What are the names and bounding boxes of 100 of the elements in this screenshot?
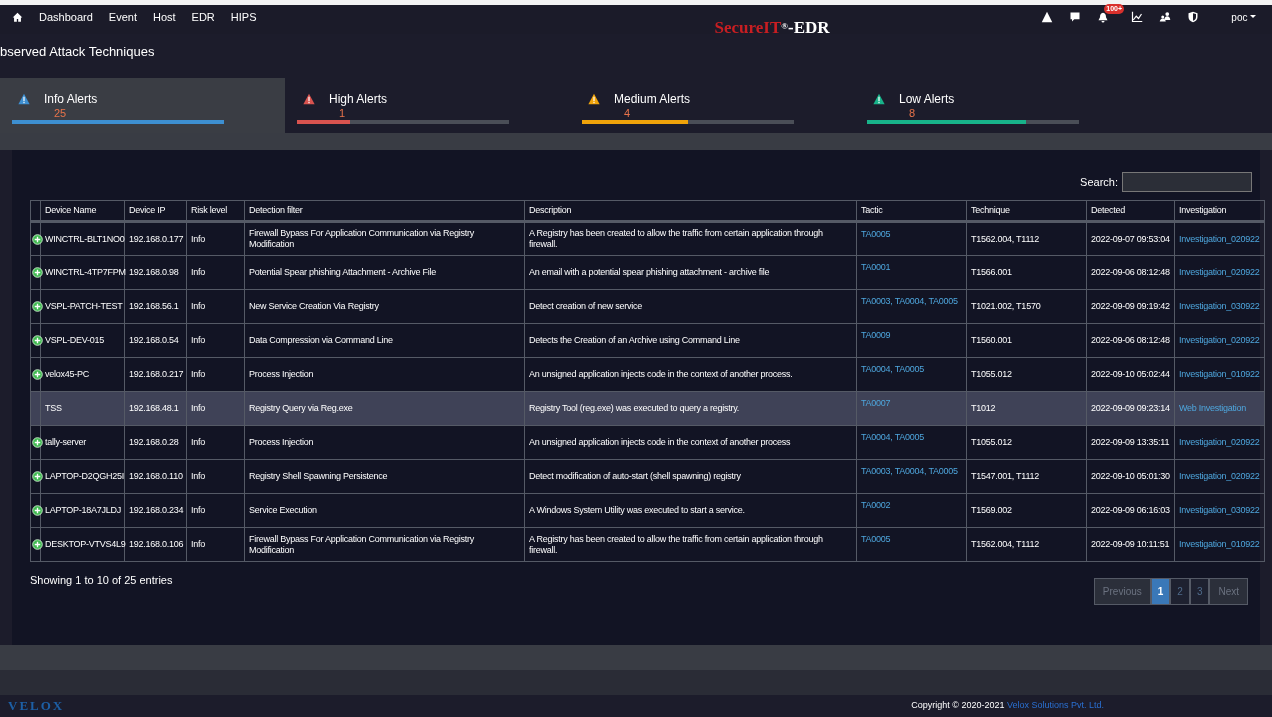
table-cell: 192.168.56.1 bbox=[124, 289, 187, 324]
table-cell: Info bbox=[186, 357, 245, 392]
table-cell: T1562.004, T1112 bbox=[966, 527, 1087, 562]
table-cell: New Service Creation Via Registry bbox=[244, 289, 525, 324]
table-cell: 192.168.0.177 bbox=[124, 221, 187, 256]
table-cell: Info bbox=[186, 527, 245, 562]
copyright-text: Copyright © 2020-2021 bbox=[911, 700, 1006, 711]
expand-icon[interactable] bbox=[32, 369, 43, 381]
table-cell: 2022-09-06 08:12:48 bbox=[1086, 255, 1175, 290]
table-cell: T1562.004, T1112 bbox=[966, 221, 1087, 256]
nav-link[interactable]: EDR bbox=[191, 9, 215, 26]
table-cell: Registry Tool (reg.exe) was executed to query a registry. bbox=[524, 391, 857, 426]
table-cell: An unsigned application injects code in the context of another process. bbox=[524, 357, 857, 392]
table-cell: T1566.001 bbox=[966, 255, 1087, 290]
tactic-link[interactable]: TA0009 bbox=[861, 330, 891, 340]
nav-link[interactable]: Dashboard bbox=[39, 9, 93, 26]
column-header[interactable]: Tactic bbox=[856, 200, 967, 222]
column-header[interactable]: Detection filter bbox=[244, 200, 525, 222]
expand-icon[interactable] bbox=[32, 505, 43, 517]
table-cell: 2022-09-09 09:19:42 bbox=[1086, 289, 1175, 324]
expand-icon[interactable] bbox=[32, 301, 43, 313]
users-icon[interactable] bbox=[1159, 11, 1172, 24]
table-cell: WINCTRL-BLT1NO0 bbox=[40, 221, 125, 256]
table-cell: Data Compression via Command Line bbox=[244, 323, 525, 358]
table-cell: 2022-09-07 09:53:04 bbox=[1086, 221, 1175, 256]
column-header[interactable]: Detected bbox=[1086, 200, 1175, 222]
table-cell: Info bbox=[186, 391, 245, 426]
tactic-link[interactable]: TA0007 bbox=[861, 398, 891, 408]
table-cell: WINCTRL-4TP7FPM bbox=[40, 255, 125, 290]
table-info: Showing 1 to 10 of 25 entries bbox=[30, 573, 173, 588]
chart-icon[interactable] bbox=[1131, 11, 1144, 24]
table-cell: VSPL-DEV-015 bbox=[40, 323, 125, 358]
tactic-link[interactable]: TA0001 bbox=[861, 262, 891, 272]
expand-icon[interactable] bbox=[32, 233, 43, 245]
table-cell: Info bbox=[186, 221, 245, 256]
expand-icon[interactable] bbox=[32, 471, 43, 483]
column-header[interactable]: Device IP bbox=[124, 200, 187, 222]
expand-icon[interactable] bbox=[32, 539, 43, 551]
alert-tab[interactable]: Medium Alerts 4 bbox=[570, 78, 855, 133]
alert-tab[interactable]: Low Alerts 8 bbox=[855, 78, 1140, 133]
table-cell: Service Execution bbox=[244, 493, 525, 528]
table-cell: A Windows System Utility was executed to start a service. bbox=[524, 493, 857, 528]
table-cell: 2022-09-10 05:02:44 bbox=[1086, 357, 1175, 392]
column-header[interactable]: Risk level bbox=[186, 200, 245, 222]
alert-count: 4 bbox=[623, 108, 632, 118]
table-cell: T1569.002 bbox=[966, 493, 1087, 528]
tactic-link[interactable]: TA0004, TA0005 bbox=[861, 432, 925, 442]
table-cell: Potential Spear phishing Attachment - Archive File bbox=[244, 255, 525, 290]
table-cell: T1021.002, T1570 bbox=[966, 289, 1087, 324]
table-cell: An unsigned application injects code in the context of another process bbox=[524, 425, 857, 460]
table-cell: 192.168.0.217 bbox=[124, 357, 187, 392]
search-label: Search: bbox=[1080, 174, 1118, 190]
table-cell: Detect modification of auto-start (shell spawning) registry bbox=[524, 459, 857, 494]
column-header[interactable]: Investigation bbox=[1174, 200, 1265, 222]
table-cell: A Registry has been created to allow the traffic from certain application through firewall. bbox=[524, 527, 857, 562]
table-cell: Info bbox=[186, 323, 245, 358]
table-cell: Firewall Bypass For Application Communication via Registry Modification bbox=[244, 221, 525, 256]
warning-icon[interactable] bbox=[1041, 11, 1054, 24]
table-cell: velox45-PC bbox=[40, 357, 125, 392]
table-cell: An email with a potential spear phishing attachment - archive file bbox=[524, 255, 857, 290]
shield-icon[interactable] bbox=[1187, 11, 1200, 24]
expand-icon[interactable] bbox=[32, 267, 43, 279]
tactic-link[interactable]: TA0004, TA0005 bbox=[861, 364, 925, 374]
table-cell: Process Injection bbox=[244, 425, 525, 460]
home-icon[interactable] bbox=[12, 11, 23, 23]
bell-icon[interactable] bbox=[1097, 12, 1110, 25]
table-cell: Info bbox=[186, 255, 245, 290]
table-cell: Info bbox=[186, 493, 245, 528]
expand-icon[interactable] bbox=[32, 437, 43, 449]
tactic-link[interactable]: TA0005 bbox=[861, 229, 891, 239]
table-cell: 192.168.0.54 bbox=[124, 323, 187, 358]
table-cell: Info bbox=[186, 425, 245, 460]
table-cell: T1560.001 bbox=[966, 323, 1087, 358]
company-link[interactable]: Velox Solutions Pvt. Ltd. bbox=[1006, 700, 1104, 711]
search-field[interactable] bbox=[1122, 172, 1252, 192]
table-cell: 2022-09-09 10:11:51 bbox=[1086, 527, 1175, 562]
alert-tab[interactable]: Info Alerts 25 bbox=[0, 78, 285, 133]
table-cell: Detect creation of new service bbox=[524, 289, 857, 324]
nav-link[interactable]: Event bbox=[108, 9, 137, 26]
table-cell: TSS bbox=[40, 391, 125, 426]
user-menu[interactable]: poc bbox=[1231, 9, 1256, 25]
nav-link[interactable]: HIPS bbox=[230, 9, 257, 26]
table-cell: 2022-09-10 05:01:30 bbox=[1086, 459, 1175, 494]
tactic-link[interactable]: TA0002 bbox=[861, 500, 891, 510]
table-cell: VSPL-PATCH-TEST bbox=[40, 289, 125, 324]
tactic-link[interactable]: TA0005 bbox=[861, 534, 891, 544]
nav-link[interactable]: Host bbox=[152, 9, 176, 26]
brand-logo: SecureIT$^{®}$-EDR bbox=[714, 17, 830, 39]
table-cell: 192.168.0.110 bbox=[124, 459, 187, 494]
table-cell: T1055.012 bbox=[966, 425, 1087, 460]
table-cell: Detects the Creation of an Archive using Command Line bbox=[524, 323, 857, 358]
table-cell: Firewall Bypass For Application Communication via Registry Modification bbox=[244, 527, 525, 562]
comment-icon[interactable] bbox=[1069, 11, 1082, 24]
column-header[interactable]: Description bbox=[524, 200, 857, 222]
table-cell: Registry Query via Reg.exe bbox=[244, 391, 525, 426]
alert-count: 25 bbox=[53, 108, 68, 118]
column-header[interactable]: Device Name bbox=[40, 200, 125, 222]
expand-icon[interactable] bbox=[32, 335, 43, 347]
column-header[interactable]: Technique bbox=[966, 200, 1087, 222]
alert-tab[interactable]: High Alerts 1 bbox=[285, 78, 570, 133]
